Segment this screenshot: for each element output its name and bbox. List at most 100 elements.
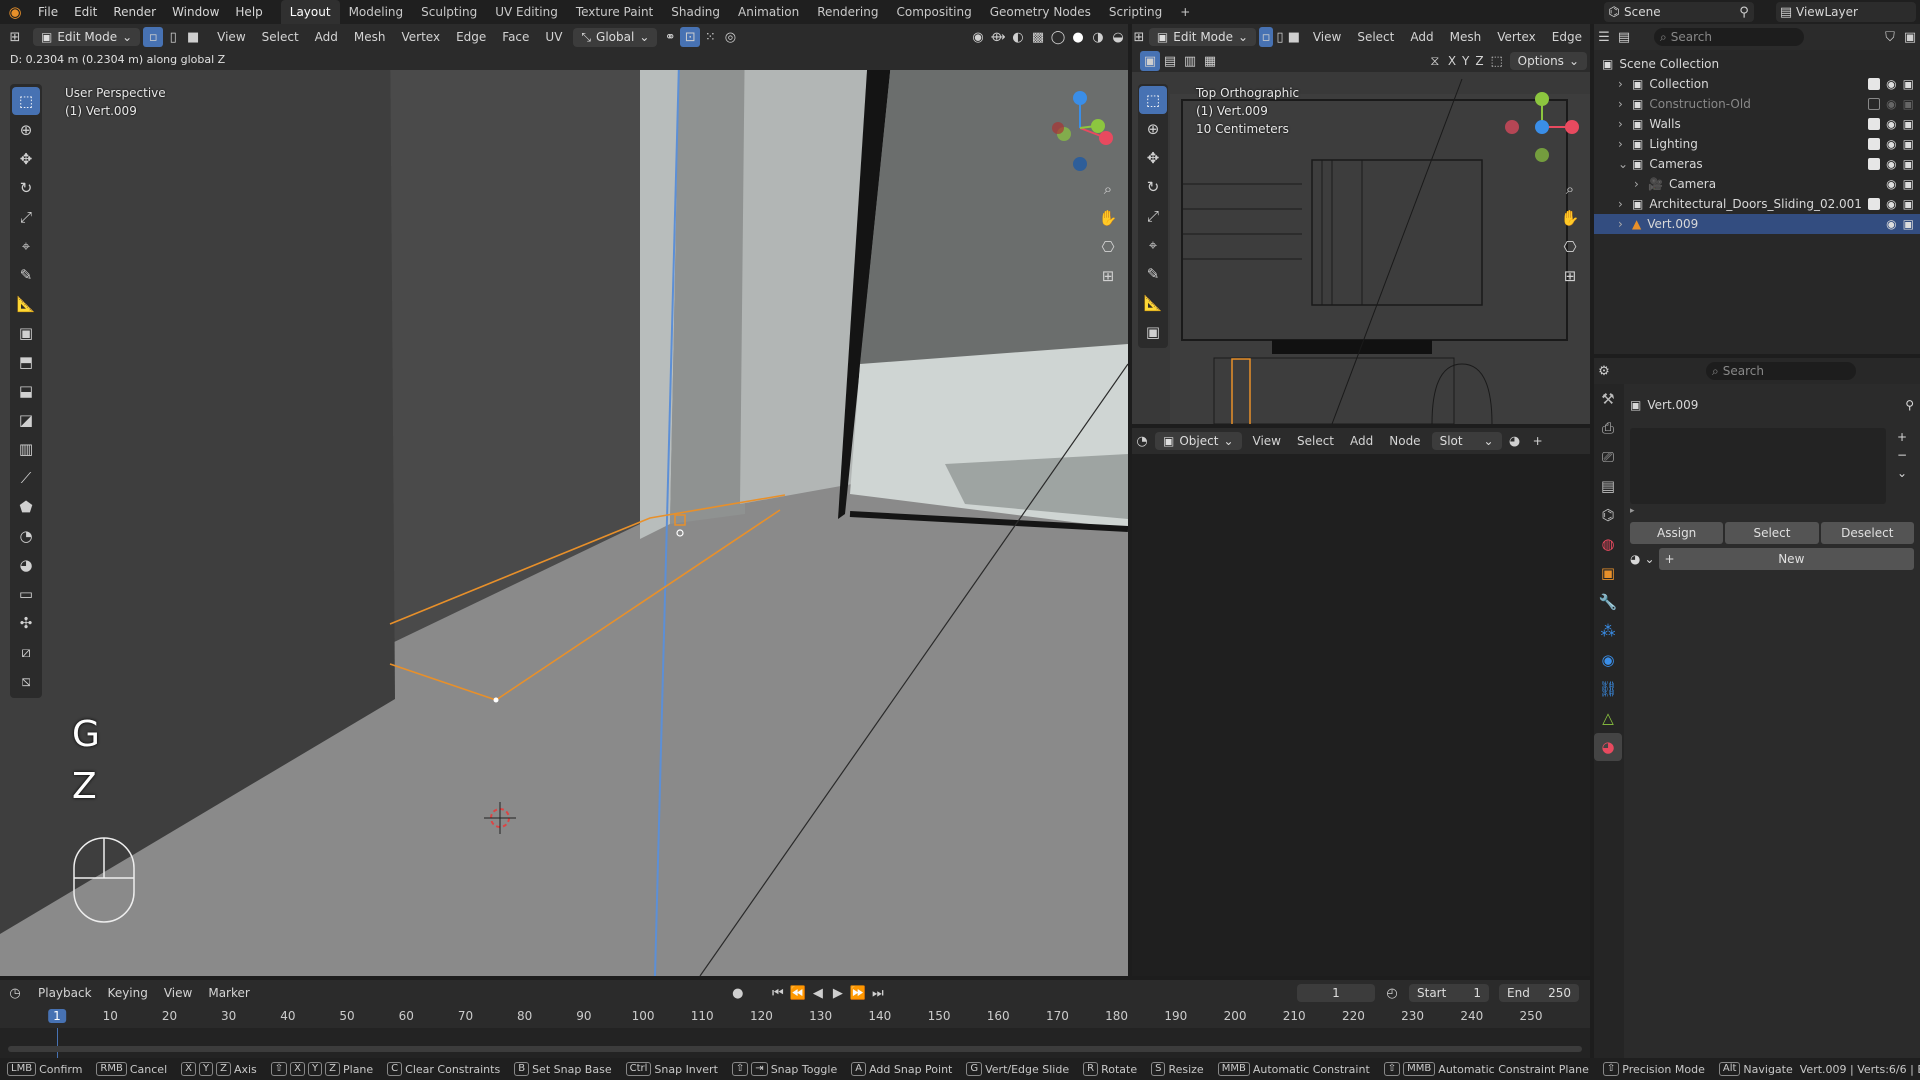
expand-arrow-icon[interactable]: ⌄ xyxy=(1618,157,1632,171)
editor-type-icon[interactable]: ◔ xyxy=(1132,431,1152,451)
slot-dropdown[interactable]: Slot ⌄ xyxy=(1431,432,1502,450)
pan-hand-icon[interactable]: ✋ xyxy=(1556,204,1584,232)
timeline[interactable]: ◷ Playback Keying View Marker ● ⏮ ⏪ ◀ ▶ ⏩ ⏭… xyxy=(0,980,1590,1058)
eye-icon[interactable]: ◉ xyxy=(1886,217,1896,231)
transform-tool-icon[interactable]: ⌖ xyxy=(12,232,40,260)
tab-shading[interactable]: Shading xyxy=(662,0,729,24)
render-camera-icon[interactable]: ▣ xyxy=(1903,157,1914,171)
node-menu-view[interactable]: View xyxy=(1245,434,1289,448)
tab-uv-editing[interactable]: UV Editing xyxy=(486,0,567,24)
viewport-top-menu-select[interactable]: Select xyxy=(1349,30,1402,44)
tab-texture-paint[interactable]: Texture Paint xyxy=(567,0,662,24)
blender-logo-icon[interactable]: ◉ xyxy=(0,2,30,22)
editor-type-icon[interactable]: ⚙ xyxy=(1594,361,1614,381)
menu-render[interactable]: Render xyxy=(105,0,164,24)
viewport-3d-main[interactable]: ⊞ ▣ Edit Mode ⌄ ▫ ▯ ■ View Select Add Mesh Ver… xyxy=(0,24,1128,976)
record-icon[interactable]: ● xyxy=(728,983,748,1003)
mode-dropdown[interactable]: ▣ Edit Mode ⌄ xyxy=(33,28,141,46)
particles-tab-icon[interactable]: ⁂ xyxy=(1594,617,1622,645)
select-mode-extend-icon[interactable]: ▤ xyxy=(1160,51,1180,71)
outliner-row-cameras[interactable]: ⌄ ▣ Cameras ◉ ▣ xyxy=(1594,154,1920,174)
expand-arrow-icon[interactable]: › xyxy=(1618,97,1632,111)
menu-edit[interactable]: Edit xyxy=(66,0,105,24)
scale-tool-icon[interactable]: ⤢ xyxy=(12,203,40,231)
solid-shading-icon[interactable]: ● xyxy=(1068,27,1088,47)
smooth-tool-icon[interactable]: ◕ xyxy=(12,551,40,579)
render-camera-icon[interactable]: ▣ xyxy=(1903,177,1914,191)
render-camera-icon[interactable]: ▣ xyxy=(1903,197,1914,211)
outliner-row-construction-old[interactable]: › ▣ Construction-Old ◉ ▣ xyxy=(1594,94,1920,114)
properties-search[interactable]: ⌕ Search xyxy=(1706,362,1856,380)
timeline-scrollbar[interactable] xyxy=(8,1046,1582,1052)
expand-arrow-icon[interactable]: › xyxy=(1618,117,1632,131)
material-slot-list[interactable] xyxy=(1630,428,1886,504)
material-tab-icon[interactable]: ◕ xyxy=(1594,733,1622,761)
move-tool-icon[interactable]: ✥ xyxy=(12,145,40,173)
mirror-icon[interactable]: ⧖ xyxy=(1425,51,1445,71)
ortho-grid-icon[interactable]: ⊞ xyxy=(1094,262,1122,290)
camera-view-icon[interactable]: ⎔ xyxy=(1556,233,1584,261)
eye-icon[interactable]: ◉ xyxy=(1886,97,1896,111)
assign-button[interactable]: Assign xyxy=(1630,522,1724,544)
select-mode-invert-icon[interactable]: ▦ xyxy=(1200,51,1220,71)
vertex-select-icon[interactable]: ▫ xyxy=(1259,27,1273,47)
tab-rendering[interactable]: Rendering xyxy=(808,0,887,24)
viewport-menu-vertex[interactable]: Vertex xyxy=(394,30,449,44)
exclude-checkbox[interactable] xyxy=(1868,158,1881,170)
visibility-icon[interactable]: ◉ xyxy=(968,27,988,47)
exclude-checkbox[interactable] xyxy=(1868,138,1881,150)
xray-icon[interactable]: ▩ xyxy=(1028,27,1048,47)
editor-type-icon[interactable]: ⊞ xyxy=(1132,27,1146,47)
shear-tool-icon[interactable]: ⧄ xyxy=(12,638,40,666)
outliner-row-collection[interactable]: › ▣ Collection ◉ ▣ xyxy=(1594,74,1920,94)
timeline-menu-playback[interactable]: Playback xyxy=(30,986,100,1000)
tab-compositing[interactable]: Compositing xyxy=(887,0,980,24)
pan-hand-icon[interactable]: ✋ xyxy=(1094,204,1122,232)
object-dropdown[interactable]: ▣ Object ⌄ xyxy=(1155,432,1242,450)
cursor-tool-icon[interactable]: ⊕ xyxy=(12,116,40,144)
render-camera-icon[interactable]: ▣ xyxy=(1903,137,1914,151)
outliner-row-walls[interactable]: › ▣ Walls ◉ ▣ xyxy=(1594,114,1920,134)
expand-arrow-icon[interactable]: › xyxy=(1618,197,1632,211)
editor-type-icon[interactable]: ☰ xyxy=(1594,27,1614,47)
object-tab-icon[interactable]: ▣ xyxy=(1594,559,1622,587)
filter-icon[interactable]: ⛉ xyxy=(1880,27,1900,47)
knife-tool-icon[interactable]: ⟋ xyxy=(12,464,40,492)
scene-tab-icon[interactable]: ⌬ xyxy=(1594,501,1622,529)
camera-view-icon[interactable]: ⎔ xyxy=(1094,233,1122,261)
select-box-icon[interactable]: ⬚ xyxy=(1139,86,1167,114)
view-layer-tab-icon[interactable]: ▤ xyxy=(1594,472,1622,500)
expand-arrow-icon[interactable]: › xyxy=(1618,77,1632,91)
rip-tool-icon[interactable]: ⧅ xyxy=(12,667,40,695)
timeline-menu-view[interactable]: View xyxy=(156,986,200,1000)
cursor-tool-icon[interactable]: ⊕ xyxy=(1139,115,1167,143)
exclude-checkbox[interactable] xyxy=(1868,78,1881,90)
tab-geometry-nodes[interactable]: Geometry Nodes xyxy=(981,0,1100,24)
exclude-checkbox[interactable] xyxy=(1868,198,1881,210)
outliner-row-architectural-doors-sliding-02-001[interactable]: › ▣ Architectural_Doors_Sliding_02.001 ◉ ▣ xyxy=(1594,194,1920,214)
eye-icon[interactable]: ◉ xyxy=(1886,117,1896,131)
pin-icon[interactable]: ⚲ xyxy=(1905,398,1914,412)
viewport-menu-mesh[interactable]: Mesh xyxy=(346,30,394,44)
eye-icon[interactable]: ◉ xyxy=(1886,77,1896,91)
render-camera-icon[interactable]: ▣ xyxy=(1903,97,1914,111)
viewport-menu-uv[interactable]: UV xyxy=(537,30,570,44)
add-cube-icon[interactable]: ▣ xyxy=(12,319,40,347)
data-tab-icon[interactable]: △ xyxy=(1594,704,1622,732)
outliner-row-camera[interactable]: › 🎥 Camera ◉ ▣ xyxy=(1594,174,1920,194)
menu-window[interactable]: Window xyxy=(164,0,227,24)
move-tool-icon[interactable]: ✥ xyxy=(1139,144,1167,172)
timeline-menu-marker[interactable]: Marker xyxy=(200,986,257,1000)
scale-tool-icon[interactable]: ⤢ xyxy=(1139,202,1167,230)
jump-start-icon[interactable]: ⏮ xyxy=(768,983,788,1003)
wireframe-shading-icon[interactable]: ◯ xyxy=(1048,27,1068,47)
mode-dropdown[interactable]: ▣ Edit Mode ⌄ xyxy=(1148,28,1257,46)
gizmo-toggle-icon[interactable]: ⟴ xyxy=(988,27,1008,47)
eye-icon[interactable]: ◉ xyxy=(1886,137,1896,151)
current-frame-field[interactable]: 1 xyxy=(1297,984,1375,1002)
viewport-top-menu-add[interactable]: Add xyxy=(1402,30,1441,44)
rotate-tool-icon[interactable]: ↻ xyxy=(12,174,40,202)
transform-tool-icon[interactable]: ⌖ xyxy=(1139,231,1167,259)
outliner-row-lighting[interactable]: › ▣ Lighting ◉ ▣ xyxy=(1594,134,1920,154)
annotate-tool-icon[interactable]: ✎ xyxy=(1139,260,1167,288)
